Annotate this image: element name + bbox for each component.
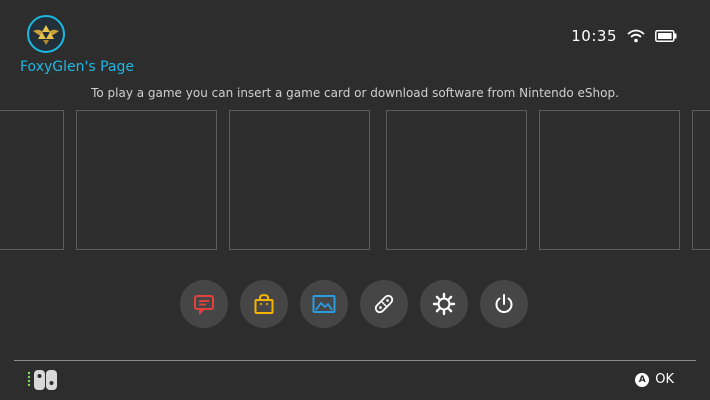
ok-label: OK (655, 372, 674, 387)
game-slot[interactable] (539, 110, 680, 250)
news-button[interactable] (180, 280, 228, 328)
game-slot[interactable] (0, 110, 64, 250)
controller-icon (374, 294, 394, 314)
wifi-icon (627, 29, 645, 43)
controller-status[interactable] (26, 368, 60, 396)
system-settings-button[interactable] (420, 280, 468, 328)
shopping-bag-icon (254, 293, 274, 314)
user-avatar[interactable] (27, 15, 65, 53)
ok-hint[interactable]: A OK (635, 372, 674, 387)
clock: 10:35 (571, 27, 617, 45)
insert-game-hint: To play a game you can insert a game car… (91, 86, 619, 100)
news-icon (194, 295, 214, 316)
triforce-crest-icon (33, 25, 59, 45)
album-button[interactable] (300, 280, 348, 328)
status-bar: 10:35 (571, 26, 677, 46)
a-button-icon: A (635, 372, 650, 387)
game-slot[interactable] (692, 110, 710, 250)
sleep-mode-button[interactable] (480, 280, 528, 328)
controllers-button[interactable] (360, 280, 408, 328)
power-icon (495, 294, 513, 313)
joycon-icon (27, 370, 57, 390)
game-slot[interactable] (76, 110, 217, 250)
user-name[interactable]: FoxyGlen's Page (20, 59, 134, 75)
home-menu-dock (180, 280, 528, 328)
gear-icon (432, 292, 456, 316)
album-icon (312, 295, 336, 313)
battery-icon (655, 30, 677, 42)
footer-divider (14, 360, 696, 361)
eshop-button[interactable] (240, 280, 288, 328)
game-slot[interactable] (229, 110, 370, 250)
game-slot[interactable] (386, 110, 527, 250)
